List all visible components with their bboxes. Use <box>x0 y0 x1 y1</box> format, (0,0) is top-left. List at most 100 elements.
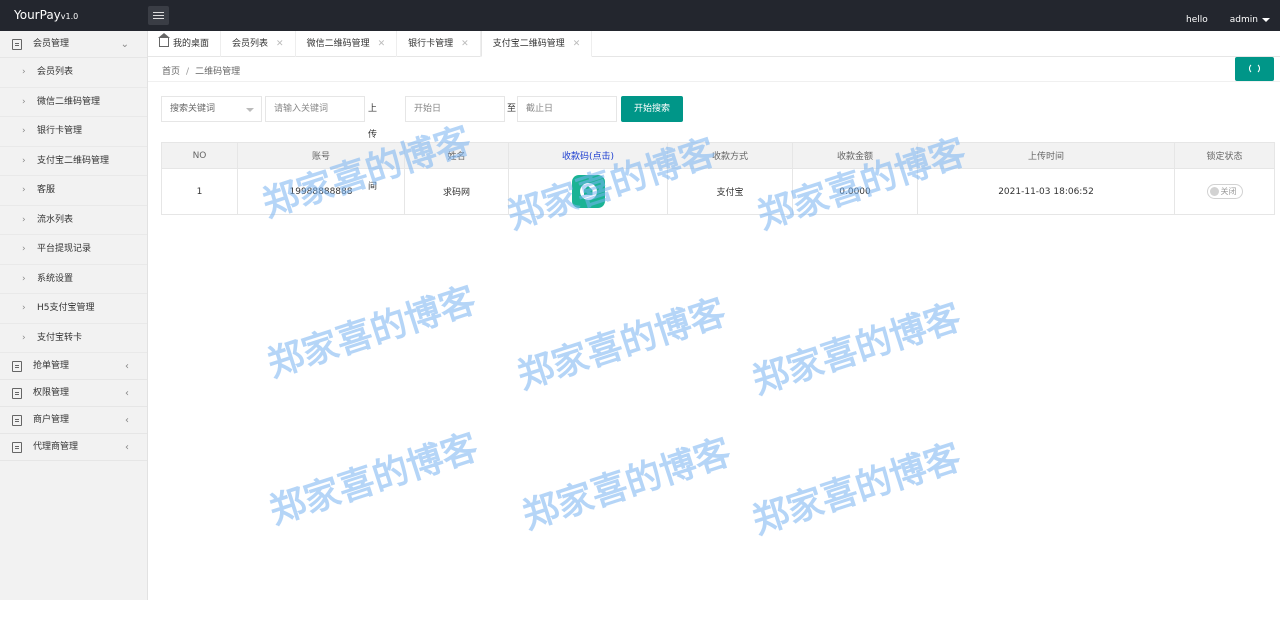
sidebar-item-customer-service[interactable]: › 客服 <box>0 176 147 206</box>
search-button[interactable]: 开始搜索 <box>621 96 683 122</box>
sidebar-group-agents[interactable]: 代理商管理 ‹ <box>0 434 147 461</box>
breadcrumb-separator: / <box>186 67 190 77</box>
sidebar-item-label: 会员列表 <box>37 67 74 77</box>
sidebar-group-label: 代理商管理 <box>33 442 79 452</box>
chevron-right-icon: › <box>22 96 26 107</box>
cell-lock-status: 关闭 <box>1174 168 1275 215</box>
sidebar-group-label: 权限管理 <box>33 388 70 398</box>
breadcrumb-bar: 首页 / 二维码管理 <box>148 57 1280 82</box>
input-placeholder: 开始日 <box>414 104 442 114</box>
tab-desktop[interactable]: 我的桌面 <box>148 31 222 57</box>
tab-label: 银行卡管理 <box>408 39 454 49</box>
cell-qr-code <box>508 168 668 215</box>
tab-bar: 我的桌面 会员列表 ✕ 微信二维码管理 ✕ 银行卡管理 ✕ 支付宝二维码管理 ✕ <box>148 31 1280 57</box>
menu-group-icon <box>12 361 22 372</box>
tab-bank-card[interactable]: 银行卡管理 ✕ <box>397 31 481 57</box>
search-field-select[interactable]: 搜索关键词 <box>161 96 262 122</box>
chevron-right-icon: › <box>22 332 26 343</box>
lock-toggle[interactable]: 关闭 <box>1206 184 1243 199</box>
tab-alipay-qr[interactable]: 支付宝二维码管理 ✕ <box>480 31 593 57</box>
caret-down-icon <box>1262 17 1270 22</box>
menu-group-icon <box>12 442 22 453</box>
watermark: 郑家喜的博客 <box>747 296 966 403</box>
refresh-button[interactable] <box>1235 57 1274 81</box>
sidebar-item-h5-alipay[interactable]: › H5支付宝管理 <box>0 294 147 324</box>
sidebar-group-orders[interactable]: 抢单管理 ‹ <box>0 353 147 380</box>
sidebar-item-label: 平台提现记录 <box>37 244 92 254</box>
chevron-right-icon: › <box>22 67 26 77</box>
col-header-qr-code[interactable]: 收款码(点击) <box>508 142 668 169</box>
sidebar-group-label: 商户管理 <box>33 415 70 425</box>
menu-group-icon <box>12 39 22 50</box>
watermark: 郑家喜的博客 <box>747 436 966 543</box>
sidebar-item-label: 银行卡管理 <box>37 126 83 136</box>
sidebar-item-member-list[interactable]: › 会员列表 <box>0 58 147 88</box>
col-header-upload-time: 上传时间 <box>917 142 1175 169</box>
sidebar-group-merchants[interactable]: 商户管理 ‹ <box>0 407 147 434</box>
sidebar-item-flow-list[interactable]: › 流水列表 <box>0 206 147 235</box>
sidebar-item-wechat-qr[interactable]: › 微信二维码管理 <box>0 88 147 117</box>
sidebar-item-label: 客服 <box>37 185 56 195</box>
tab-member-list[interactable]: 会员列表 ✕ <box>221 31 296 57</box>
chevron-right-icon: › <box>22 214 26 225</box>
to-label: 至 <box>507 104 517 114</box>
sidebar-item-label: 流水列表 <box>37 214 74 225</box>
menu-toggle-button[interactable] <box>148 6 169 25</box>
menu-group-icon <box>12 388 22 399</box>
sidebar-group-label: 会员管理 <box>33 39 70 49</box>
sidebar-item-system-settings[interactable]: › 系统设置 <box>0 265 147 294</box>
col-header-name: 姓名 <box>404 142 509 169</box>
top-right-nav: hello admin <box>1186 15 1270 25</box>
sidebar-item-bank-card[interactable]: › 银行卡管理 <box>0 117 147 147</box>
breadcrumb-current: 二维码管理 <box>195 67 241 77</box>
sidebar-item-alipay-qr[interactable]: › 支付宝二维码管理 <box>0 147 147 176</box>
qr-code-table: NO 账号 姓名 收款码(点击) 收款方式 收款金额 上传时间 锁定状态 1 1… <box>161 142 1275 215</box>
chevron-left-icon: ‹ <box>125 442 129 453</box>
cell-name: 求码网 <box>404 168 509 215</box>
caret-down-icon <box>246 108 254 112</box>
chevron-right-icon: › <box>22 185 26 195</box>
user-name: admin <box>1229 15 1258 25</box>
qr-code-thumbnail[interactable] <box>571 175 605 208</box>
sidebar-item-alipay-to-card[interactable]: › 支付宝转卡 <box>0 324 147 353</box>
watermark: 郑家喜的博客 <box>517 431 736 538</box>
cell-account: 19988888888 <box>237 168 405 215</box>
chevron-right-icon: › <box>22 303 26 313</box>
sidebar-item-label: 系统设置 <box>37 273 74 284</box>
tab-label: 微信二维码管理 <box>306 39 370 49</box>
hamburger-icon-bar <box>153 15 164 16</box>
cell-amount: 0.0000 <box>792 168 918 215</box>
chevron-left-icon: ‹ <box>125 388 129 399</box>
close-icon[interactable]: ✕ <box>378 39 386 49</box>
keyword-input[interactable]: 请输入关键词 <box>265 96 365 122</box>
chevron-right-icon: › <box>22 273 26 284</box>
user-menu[interactable]: admin <box>1230 15 1270 25</box>
tab-wechat-qr[interactable]: 微信二维码管理 ✕ <box>296 31 398 57</box>
watermark: 郑家喜的博客 <box>512 291 731 398</box>
greeting-text[interactable]: hello <box>1186 15 1208 25</box>
close-icon[interactable]: ✕ <box>461 39 469 49</box>
close-icon[interactable]: ✕ <box>573 39 581 49</box>
sidebar-item-label: H5支付宝管理 <box>37 303 95 313</box>
select-placeholder: 搜索关键词 <box>170 104 216 114</box>
chevron-right-icon: › <box>22 126 26 136</box>
col-header-method: 收款方式 <box>667 142 793 169</box>
chevron-right-icon: › <box>22 244 26 254</box>
start-date-input[interactable]: 开始日 <box>405 96 505 122</box>
close-icon[interactable]: ✕ <box>276 39 284 49</box>
table-header-row: NO 账号 姓名 收款码(点击) 收款方式 收款金额 上传时间 锁定状态 <box>161 142 1275 169</box>
toggle-label: 关闭 <box>1220 187 1237 196</box>
chevron-left-icon: ‹ <box>125 361 129 372</box>
tab-label: 支付宝二维码管理 <box>492 39 565 49</box>
input-placeholder: 截止日 <box>526 104 554 114</box>
cell-method: 支付宝 <box>667 168 793 215</box>
sidebar-item-withdraw-records[interactable]: › 平台提现记录 <box>0 235 147 265</box>
breadcrumb-home[interactable]: 首页 <box>162 67 180 77</box>
input-placeholder: 请输入关键词 <box>274 104 329 114</box>
sidebar-group-member[interactable]: 会员管理 ⌄ <box>0 31 147 58</box>
sidebar-group-label: 抢单管理 <box>33 361 70 371</box>
chevron-right-icon: › <box>22 155 26 166</box>
end-date-input[interactable]: 截止日 <box>517 96 617 122</box>
app-logo[interactable]: YourPayv1.0 <box>14 8 78 22</box>
sidebar-group-permissions[interactable]: 权限管理 ‹ <box>0 380 147 407</box>
